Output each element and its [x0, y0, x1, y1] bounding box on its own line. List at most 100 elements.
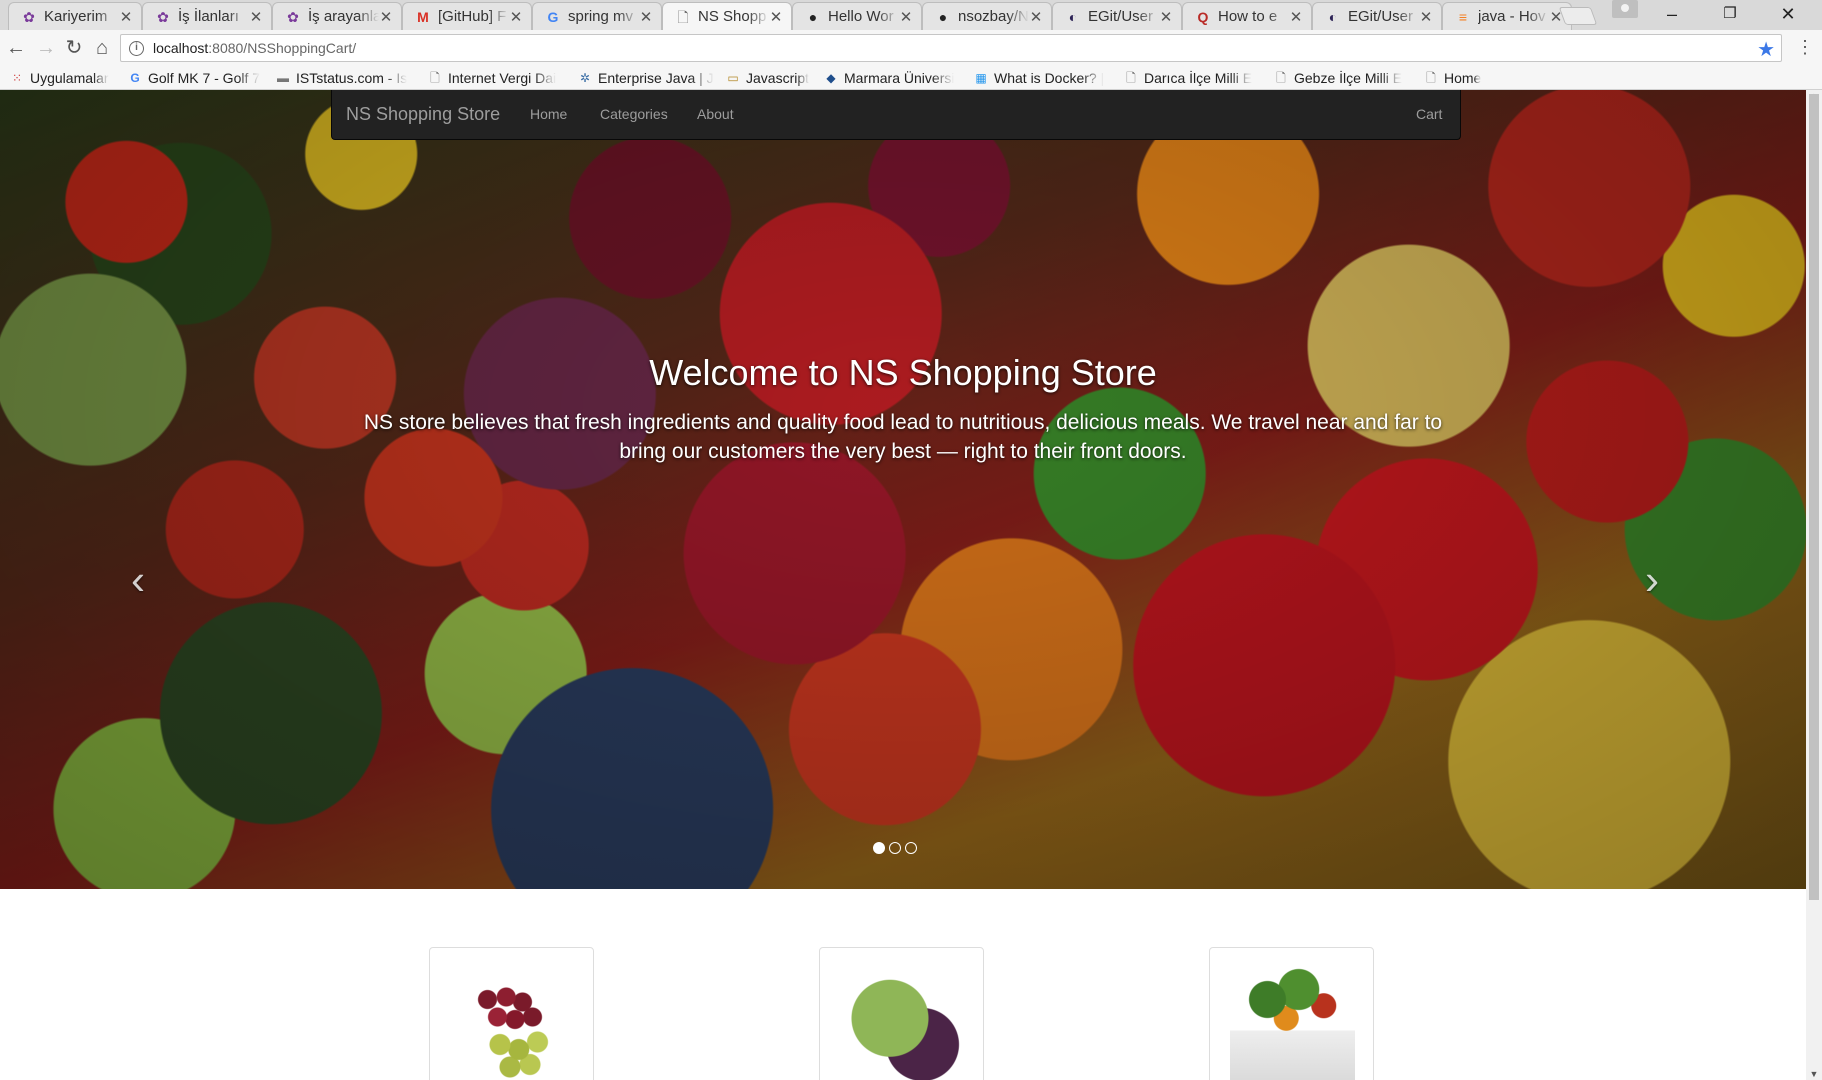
tab-title: Hello Wor — [828, 8, 894, 25]
menu-icon[interactable]: ⋮ — [1796, 36, 1814, 60]
gmail-icon: M — [417, 8, 429, 25]
bookmark-gebze[interactable]: 🗋 Gebze İlçe Milli E — [1274, 70, 1402, 86]
java-icon: ✲ — [579, 71, 591, 85]
restore-button[interactable]: ❐ — [1702, 0, 1758, 28]
eclipse-icon: ◐ — [1328, 8, 1338, 25]
bookmark-label: What is Docker? | — [994, 70, 1105, 86]
tab-github-mail[interactable]: M [GitHub] F ✕ — [402, 2, 532, 30]
info-icon[interactable]: i — [129, 41, 144, 56]
scrollbar-thumb[interactable] — [1809, 94, 1819, 900]
carousel-indicator[interactable] — [905, 842, 917, 854]
url-text: localhost:8080/NSShoppingCart/ — [153, 40, 356, 56]
bookmark-docker[interactable]: ▦ What is Docker? | — [974, 70, 1104, 86]
nav-home[interactable]: Home — [530, 106, 567, 122]
url-path: :8080/NSShoppingCart/ — [208, 40, 357, 56]
bookmark-javascript[interactable]: ▭ Javascript — [726, 70, 809, 86]
reload-icon[interactable]: ↻ — [62, 36, 86, 60]
tab-is-ilanlari[interactable]: ✿ İş İlanları ✕ — [142, 2, 272, 30]
bookmark-label: Darıca İlçe Milli E — [1144, 70, 1253, 86]
close-icon[interactable]: ✕ — [249, 8, 263, 26]
category-thumbnail-cabbage[interactable] — [819, 947, 984, 1080]
forward-arrow-icon[interactable]: → — [34, 36, 58, 60]
tab-title: Kariyerim — [44, 8, 108, 25]
carousel-prev-chevron-icon[interactable]: ‹ — [118, 559, 158, 601]
nav-cart[interactable]: Cart — [1416, 106, 1442, 122]
tab-egit-user-2[interactable]: ◐ EGit/User ✕ — [1312, 2, 1442, 30]
navbar-brand[interactable]: NS Shopping Store — [346, 104, 500, 125]
close-icon[interactable]: ✕ — [119, 8, 133, 26]
close-icon[interactable]: ✕ — [899, 8, 913, 26]
nav-about[interactable]: About — [697, 106, 734, 122]
kariyer-icon: ✿ — [23, 8, 35, 25]
close-window-button[interactable]: ✕ — [1760, 0, 1816, 28]
kariyer-icon: ✿ — [287, 8, 299, 25]
tab-how-to[interactable]: Q How to e ✕ — [1182, 2, 1312, 30]
tab-title: java - Hov — [1478, 8, 1546, 25]
scroll-down-arrow-icon[interactable]: ▼ — [1806, 1068, 1822, 1080]
google-icon: G — [130, 71, 140, 85]
close-icon[interactable]: ✕ — [1159, 8, 1173, 26]
tab-title: EGit/User — [1348, 8, 1414, 25]
tab-egit-user-1[interactable]: ◐ EGit/User ✕ — [1052, 2, 1182, 30]
bookmark-star-icon[interactable]: ★ — [1757, 37, 1775, 62]
quora-icon: Q — [1197, 8, 1209, 25]
back-arrow-icon[interactable]: ← — [4, 36, 28, 60]
close-icon[interactable]: ✕ — [379, 8, 393, 26]
bookmark-vergi[interactable]: 🗋 Internet Vergi Dai — [428, 70, 556, 86]
nav-categories[interactable]: Categories — [600, 106, 668, 122]
profile-icon[interactable] — [1612, 0, 1638, 18]
address-bar[interactable]: i localhost:8080/NSShoppingCart/ ★ — [120, 34, 1782, 62]
bookmark-darica[interactable]: 🗋 Darıca İlçe Milli E — [1124, 70, 1252, 86]
bookmark-label: Gebze İlçe Milli E — [1294, 70, 1403, 86]
bookmark-marmara[interactable]: ◆ Marmara Üniversi — [824, 70, 954, 86]
bookmark-iststatus[interactable]: ▬ ISTstatus.com - Is — [276, 70, 407, 86]
carousel-indicator[interactable] — [873, 842, 885, 854]
tab-nsozbay[interactable]: ● nsozbay/N ✕ — [922, 2, 1052, 30]
close-icon[interactable]: ✕ — [639, 8, 653, 26]
page-icon: 🗋 — [1276, 71, 1286, 85]
new-tab-button[interactable] — [1558, 7, 1598, 25]
tab-ns-shopping[interactable]: 🗋 NS Shopp ✕ — [662, 2, 792, 30]
tab-is-arayanlar[interactable]: ✿ İş arayanlar ✕ — [272, 2, 402, 30]
bookmark-apps[interactable]: ⁙ Uygulamalar — [10, 70, 109, 86]
tab-title: İş arayanlar — [308, 8, 379, 25]
tab-java-how[interactable]: ≡ java - Hov ✕ — [1442, 2, 1572, 30]
home-icon[interactable]: ⌂ — [90, 36, 114, 60]
bookmark-home[interactable]: 🗋 Home — [1424, 70, 1481, 86]
tab-spring-mvc[interactable]: G spring mv ✕ — [532, 2, 662, 30]
github-icon: ● — [938, 8, 948, 25]
carousel-indicator[interactable] — [889, 842, 901, 854]
tab-title: [GitHub] F — [438, 8, 507, 25]
carousel-image — [0, 90, 1806, 889]
eclipse-icon: ◐ — [1068, 8, 1078, 25]
bookmark-enterprise-java[interactable]: ✲ Enterprise Java | J — [578, 70, 714, 86]
close-icon[interactable]: ✕ — [769, 8, 783, 26]
tab-title: İş İlanları — [178, 8, 239, 25]
close-icon[interactable]: ✕ — [509, 8, 523, 26]
url-host: localhost — [153, 40, 209, 56]
page-scrollbar[interactable]: ▲ ▼ — [1806, 90, 1822, 1080]
apps-grid-icon: ⁙ — [11, 71, 23, 85]
tab-title: NS Shopp — [698, 8, 767, 25]
bookmark-golf[interactable]: G Golf MK 7 - Golf 7 — [128, 70, 260, 86]
category-thumbnail-grapes[interactable] — [429, 947, 594, 1080]
bookmark-label: Home — [1444, 70, 1482, 86]
close-icon[interactable]: ✕ — [1289, 8, 1303, 26]
minimize-button[interactable]: – — [1644, 0, 1700, 28]
carousel-next-chevron-icon[interactable]: › — [1632, 559, 1672, 601]
close-icon[interactable]: ✕ — [1029, 8, 1043, 26]
ist-icon: ▬ — [277, 71, 289, 85]
bookmark-label: ISTstatus.com - Is — [296, 70, 408, 86]
carousel-indicators — [873, 842, 917, 854]
close-icon[interactable]: ✕ — [1419, 8, 1433, 26]
grapes-image — [450, 962, 575, 1080]
page-icon: 🗋 — [677, 8, 689, 25]
tab-kariyerim[interactable]: ✿ Kariyerim ✕ — [8, 2, 142, 30]
bookmarks-bar: ⁙ Uygulamalar G Golf MK 7 - Golf 7 ▬ IST… — [0, 66, 1822, 90]
bookmark-label: Internet Vergi Dai — [448, 70, 557, 86]
category-thumbnail-basket[interactable] — [1209, 947, 1374, 1080]
page-viewport: Welcome to NS Shopping Store NS store be… — [0, 90, 1806, 1080]
carousel-heading: Welcome to NS Shopping Store — [649, 352, 1157, 393]
tab-hello-world[interactable]: ● Hello Wor ✕ — [792, 2, 922, 30]
docker-icon: ▦ — [975, 71, 987, 85]
